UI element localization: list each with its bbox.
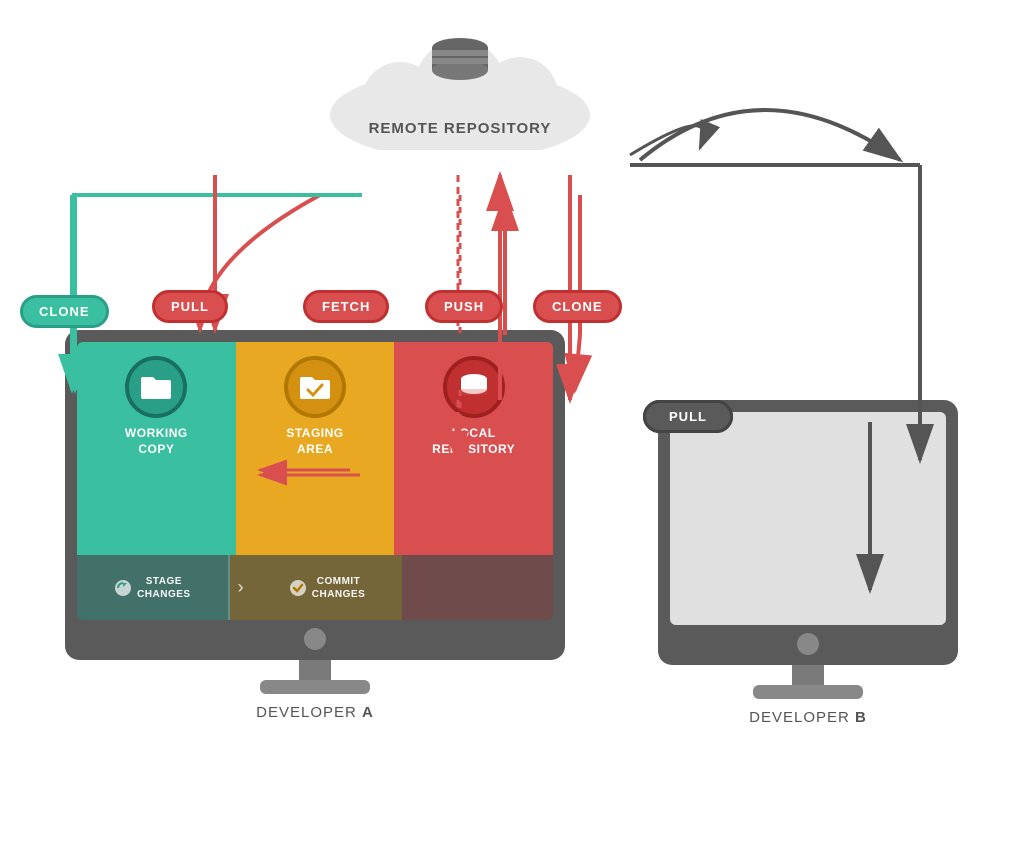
staging-area-label: STAGING AREA <box>286 426 343 457</box>
monitor-b-screen <box>670 412 946 625</box>
remote-repo-label: REMOTE REPOSITORY <box>369 120 552 137</box>
developer-a-label: DEVELOPER A <box>256 704 374 721</box>
diagram: REMOTE REPOSITORY CLONE PULL FETCH PUSH … <box>0 0 1018 858</box>
stage-changes-label: STAGE CHANGES <box>137 575 191 601</box>
cloud-container: REMOTE REPOSITORY <box>310 20 610 150</box>
stage-changes-flow: STAGE CHANGES <box>77 555 230 620</box>
commit-changes-label: COMMIT CHANGES <box>312 575 366 601</box>
fetch-pill: FETCH <box>303 290 389 323</box>
pull-pill: PULL <box>152 290 228 323</box>
monitor-b: DEVELOPER B <box>658 400 958 726</box>
local-repo-label: LOCAL REPOSITORY <box>432 426 515 457</box>
clone-left-pill: CLONE <box>20 295 109 328</box>
remote-receive <box>630 126 704 155</box>
working-copy-label: WORKING COPY <box>125 426 188 457</box>
commit-changes-flow: COMMIT CHANGES <box>252 555 403 620</box>
local-repo-section: LOCAL REPOSITORY <box>394 342 553 555</box>
monitor-a-screen: WORKING COPY STAGING A <box>77 342 553 620</box>
developer-b-label: DEVELOPER B <box>749 709 867 726</box>
monitor-a-outer: WORKING COPY STAGING A <box>65 330 565 660</box>
monitor-a: WORKING COPY STAGING A <box>65 330 565 721</box>
staging-area-section: STAGING AREA <box>236 342 395 555</box>
clone-mid-arrow <box>575 335 580 390</box>
clone-middle-pill: CLONE <box>533 290 622 323</box>
push-pill: PUSH <box>425 290 503 323</box>
monitor-b-outer <box>658 400 958 665</box>
pull-right-pill: PULL <box>643 400 733 433</box>
working-copy-section: WORKING COPY <box>77 342 236 555</box>
